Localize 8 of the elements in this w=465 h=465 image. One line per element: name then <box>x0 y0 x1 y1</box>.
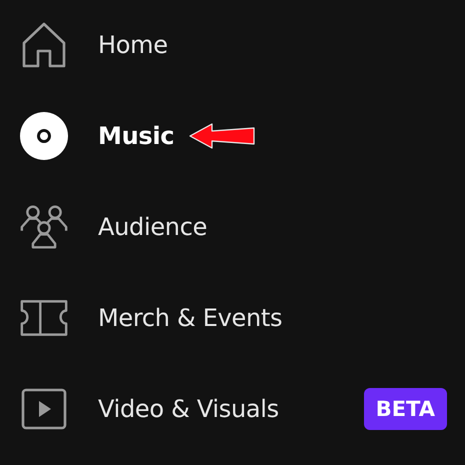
nav-link[interactable]: Music <box>98 122 174 150</box>
nav-link[interactable]: Audience <box>98 212 208 240</box>
nav-link[interactable]: Home <box>98 31 168 59</box>
home-icon <box>20 21 68 69</box>
people-icon <box>20 202 68 250</box>
nav-link[interactable]: Video & Visuals <box>98 394 279 422</box>
beta-badge: BETA <box>364 388 447 430</box>
nav-link[interactable]: Merch & Events <box>98 304 282 332</box>
